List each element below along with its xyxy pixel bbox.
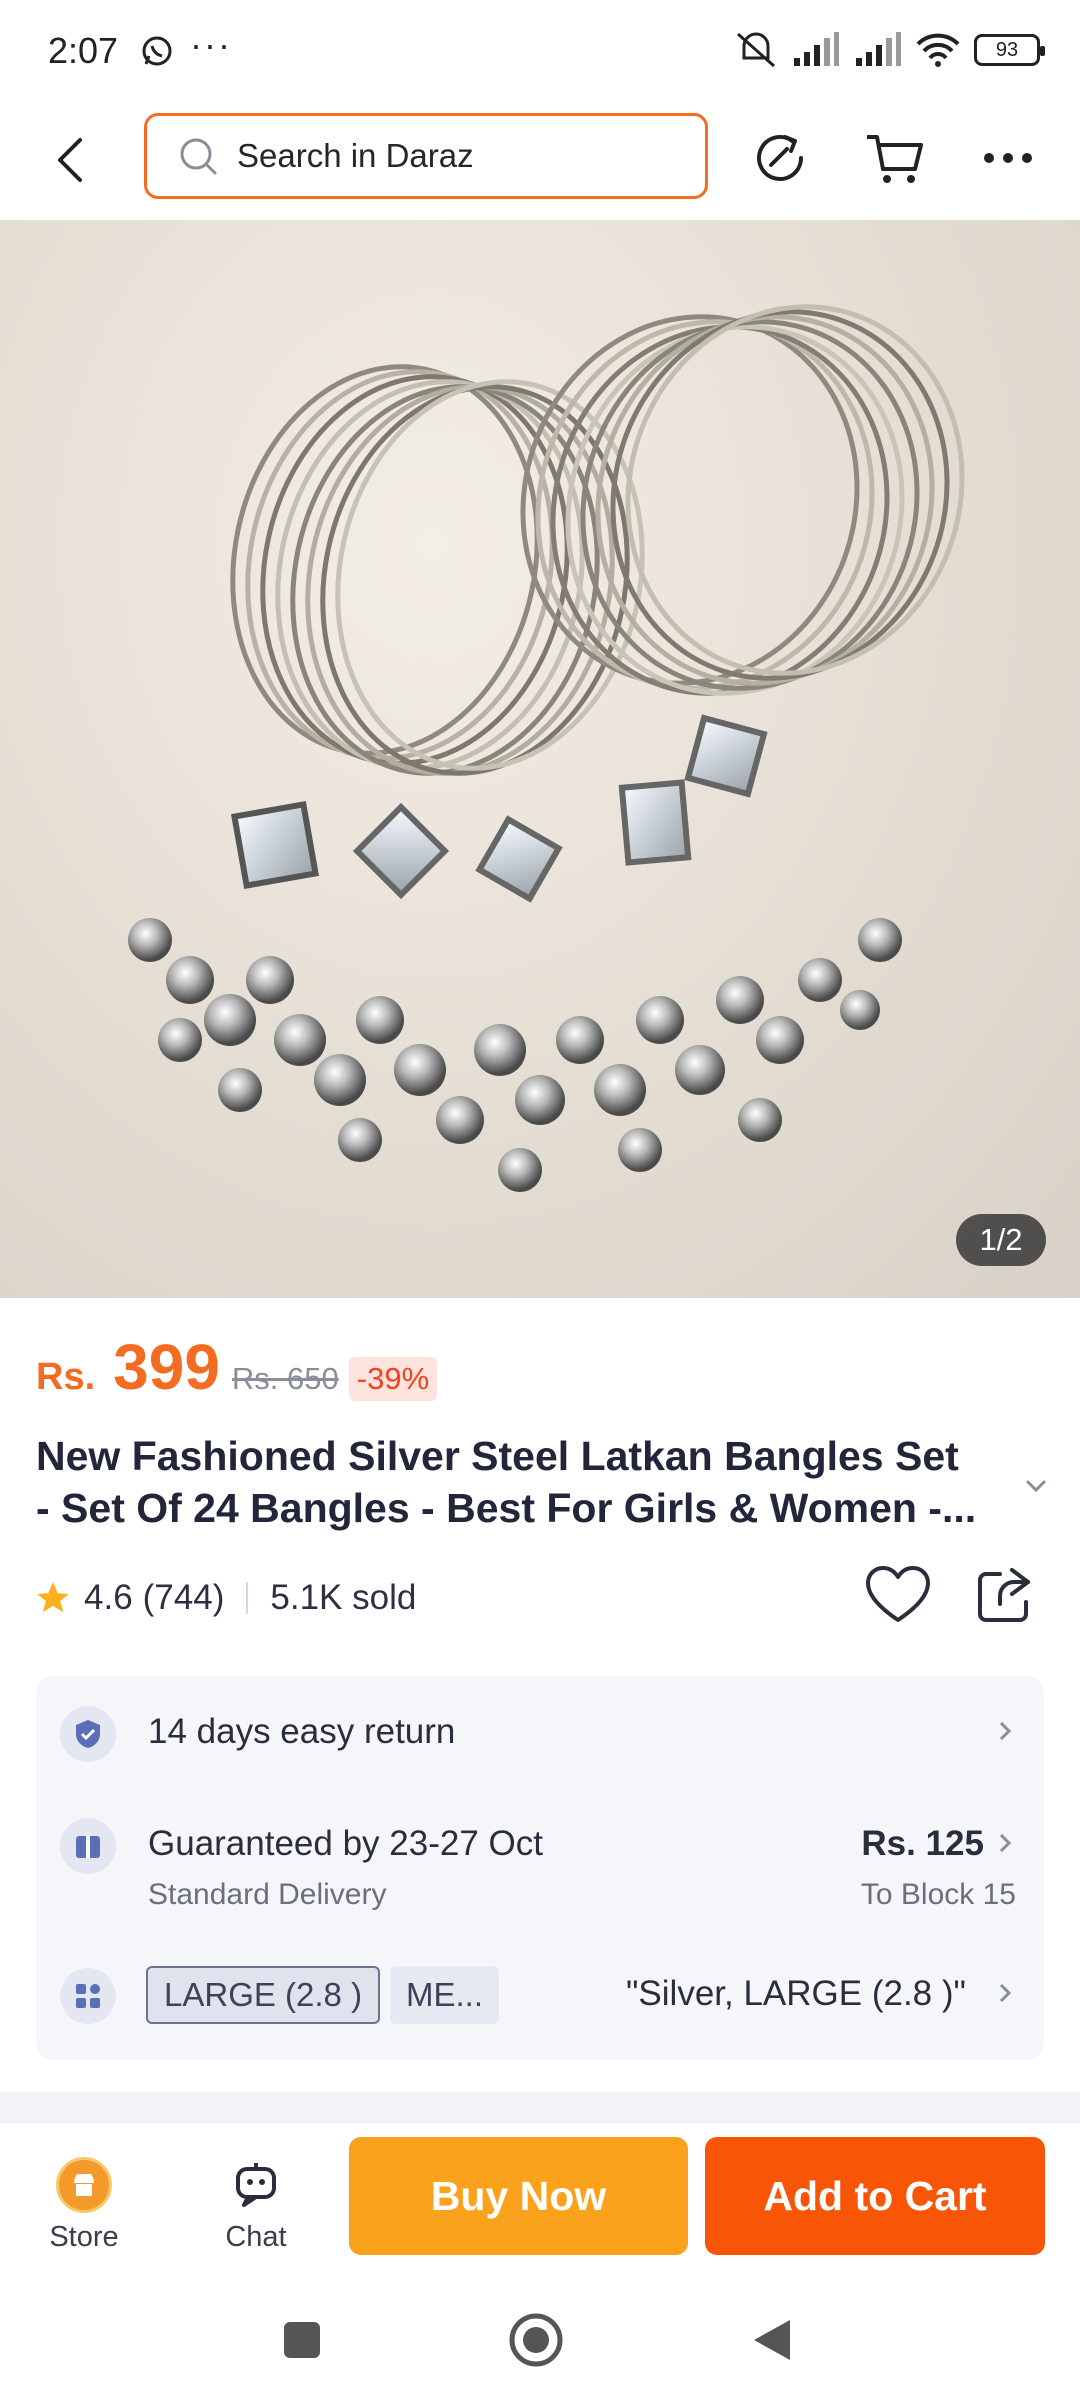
signal-icon [794, 32, 839, 66]
price-row: Rs. 399 Rs. 650 -39% [36, 1330, 438, 1404]
product-image-gallery[interactable]: 1/2 [0, 220, 1080, 1298]
return-text: 14 days easy return [148, 1712, 456, 1751]
variant-chip-medium[interactable]: ME... [390, 1966, 500, 2024]
buy-now-button[interactable]: Buy Now [349, 2137, 688, 2255]
more-button[interactable] [976, 126, 1040, 190]
rating-row[interactable]: 4.6 (744) 5.1K sold [34, 1570, 416, 1626]
product-title[interactable]: New Fashioned Silver Steel Latkan Bangle… [36, 1430, 1016, 1534]
rating-score: 4.6 [84, 1578, 133, 1617]
status-bar: 2:07 ··· 93 [0, 0, 1080, 100]
battery-level: 93 [995, 38, 1019, 61]
review-count: (744) [142, 1578, 225, 1617]
home-button[interactable] [506, 2310, 566, 2370]
top-header [0, 100, 1080, 220]
circle-icon [509, 2313, 563, 2367]
search-input[interactable] [237, 137, 657, 175]
add-to-cart-button[interactable]: Add to Cart [705, 2137, 1045, 2255]
recents-button[interactable] [272, 2310, 332, 2370]
wifi-icon [916, 33, 960, 67]
chevron-down-icon[interactable] [1020, 1470, 1052, 1502]
price-currency: Rs. [36, 1356, 96, 1398]
cart-button[interactable] [862, 126, 926, 190]
chevron-right-icon [999, 1721, 1012, 1741]
original-price: Rs. 650 [231, 1361, 339, 1396]
selected-variant: "Silver, LARGE (2.8 )" [626, 1974, 966, 2013]
variants-grid-icon [60, 1968, 116, 2024]
cart-icon [867, 135, 923, 183]
delivery-type: Standard Delivery [148, 1878, 387, 1911]
variant-row[interactable]: LARGE (2.8 ) ME... "Silver, LARGE (2.8 )… [36, 1936, 1044, 2060]
bottom-action-bar: Store Chat Buy Now Add to Cart [0, 2122, 1080, 2282]
share-refresh-button[interactable] [748, 126, 812, 190]
product-photo [128, 304, 965, 1192]
star-icon [37, 1582, 69, 1613]
heart-icon[interactable] [864, 1564, 932, 1628]
delivery-guarantee: Guaranteed by 23-27 Oct [148, 1824, 543, 1863]
package-icon [60, 1818, 116, 1874]
image-counter: 1/2 [956, 1214, 1046, 1266]
product-title-line-1: New Fashioned Silver Steel Latkan Bangle… [36, 1433, 959, 1479]
delivery-destination: To Block 15 [860, 1878, 1016, 1911]
status-overflow: ··· [190, 24, 232, 65]
sold-count: 5.1K sold [270, 1578, 417, 1617]
share-icon[interactable] [972, 1564, 1036, 1628]
product-title-line-2: - Set Of 24 Bangles - Best For Girls & W… [36, 1485, 977, 1531]
signal-icon [856, 32, 901, 66]
status-time: 2:07 [48, 30, 119, 71]
store-icon [56, 2157, 112, 2213]
discount-badge: -39% [348, 1357, 438, 1401]
current-price: 399 [113, 1331, 220, 1403]
service-info-card: 14 days easy return Guaranteed by 23-27 … [36, 1676, 1044, 2060]
store-button[interactable]: Store [34, 2157, 134, 2257]
chat-label: Chat [225, 2221, 287, 2253]
shield-check-icon [60, 1706, 116, 1762]
more-dots-icon [984, 153, 1032, 163]
triangle-back-icon [754, 2320, 790, 2360]
return-policy-row[interactable]: 14 days easy return [36, 1676, 1044, 1786]
status-icons: 93 [734, 30, 1045, 70]
search-bar[interactable] [144, 113, 708, 199]
delivery-fee: Rs. 125 [861, 1824, 984, 1863]
chevron-right-icon [999, 1833, 1012, 1853]
mute-icon [737, 32, 775, 68]
section-divider [0, 2092, 1080, 2122]
store-label: Store [49, 2221, 119, 2253]
back-button[interactable] [742, 2310, 802, 2370]
chat-button[interactable]: Chat [206, 2157, 306, 2257]
back-arrow-icon[interactable] [40, 128, 104, 192]
square-icon [284, 2322, 320, 2358]
battery-icon: 93 [974, 34, 1045, 66]
refresh-share-icon [757, 135, 803, 181]
divider [246, 1582, 249, 1614]
search-icon [180, 138, 217, 175]
delivery-row[interactable]: Guaranteed by 23-27 Oct Standard Deliver… [36, 1786, 1044, 1926]
whatsapp-icon [142, 36, 172, 66]
chevron-right-icon [999, 1983, 1012, 2003]
chat-bot-icon [236, 2163, 276, 2207]
system-navigation-bar [0, 2282, 1080, 2400]
variant-chip-large[interactable]: LARGE (2.8 ) [146, 1966, 381, 2024]
